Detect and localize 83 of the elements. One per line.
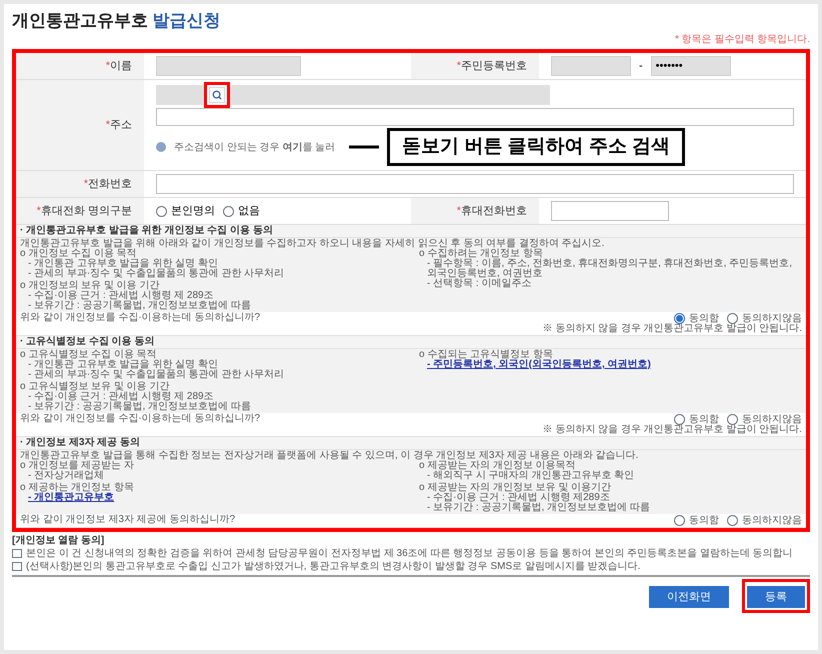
group-heading: o 고유식별정보 보유 및 이용 기간: [20, 382, 170, 392]
input-field[interactable]: [156, 174, 794, 194]
intro-text: 개인통관고유부호 발급을 통해 수집한 정보는 전자상거래 플랫폼에 사용될 수 있으며, 이 경우 개인정보 제3자 제공 내용은 아래와 같습니다.: [20, 451, 640, 461]
group-item: - 보유기간 : 공공기록물법, 개인정보보호법에 따름: [28, 301, 252, 311]
field-label: 휴대전화번호: [461, 204, 527, 219]
group-heading: o 개인정보 수집 이용 목적: [20, 249, 137, 259]
group-item: - 수집·이용 근거 : 관세법 시행령 제 289조: [28, 392, 214, 402]
radio-button[interactable]: [727, 515, 738, 526]
group-heading: o 개인정보의 보유 및 이용 기간: [20, 281, 160, 291]
field-label: 주소: [110, 118, 132, 133]
info-icon: [156, 142, 166, 152]
group-heading: o 수집하려는 개인정보 항목: [419, 249, 543, 259]
dash-separator: -: [639, 58, 643, 74]
checkbox[interactable]: [12, 549, 22, 558]
radio-label: 동의함: [689, 314, 719, 324]
group-item: - 보유기간 : 공공기록물법, 개인정보보호법에 따름: [427, 503, 651, 513]
input-field[interactable]: [156, 108, 794, 126]
radio-label: 없음: [238, 204, 260, 219]
radio-button[interactable]: [156, 206, 167, 216]
required-mark: *: [456, 204, 461, 219]
radio-button[interactable]: [674, 313, 685, 324]
field-label: 휴대전화 명의구분: [40, 204, 132, 219]
info-link[interactable]: - 개인통관고유부호: [28, 493, 403, 503]
required-mark: *: [36, 204, 41, 219]
group-heading: o 수집되는 고유식별정보 항목: [419, 350, 553, 360]
section-title: · 개인정보 제3자 제공 동의: [16, 437, 806, 450]
input-field[interactable]: [551, 201, 669, 221]
group-item: - 수집·이용 근거 : 관세법 시행령 제 289조: [28, 291, 214, 301]
group-item: - 선택항목 : 이메일주소: [427, 279, 532, 289]
radio-label: 동의하지않음: [742, 414, 802, 424]
checkbox[interactable]: [12, 562, 22, 571]
group-item: - 관세의 부과·징수 및 수출입물품의 통관에 관한 사무처리: [28, 370, 286, 380]
radio-label: 동의하지않음: [742, 516, 802, 526]
input-field[interactable]: [230, 85, 550, 105]
section-title: [개인정보 열람 동의]: [12, 534, 106, 547]
group-item: - 개인통관 고유부호 발급을 위한 실명 확인: [28, 259, 219, 269]
radio-label: 본인명의: [171, 204, 215, 219]
group-heading: o 개인정보를 제공받는 자: [20, 461, 135, 471]
group-item: - 필수항목 : 이름, 주소, 전화번호, 휴대전화명의구분, 휴대전화번호, 주민등록번호, 외국인등록번호, 여권번호: [427, 259, 794, 279]
required-mark: *: [106, 58, 110, 74]
consent-note: ※ 동의하지 않을 경우 개인통관고유부호 발급이 안됩니다.: [542, 324, 802, 334]
radio-button[interactable]: [674, 414, 685, 425]
checkbox-label: (선택사항)본인의 통관고유부호로 수출입 신고가 발생하였거나, 통관고유부호의 변경사항이 발생할 경우 SMS로 알림메시지를 받겠습니다.: [26, 561, 640, 572]
radio-label: 동의함: [689, 516, 719, 526]
required-mark: *: [106, 118, 110, 133]
radio-button[interactable]: [727, 313, 738, 324]
radio-label: 동의하지않음: [742, 314, 802, 324]
group-item: - 전자상거래업체: [28, 471, 106, 481]
required-note: * 항목은 필수입력 항목입니다.: [674, 33, 810, 47]
consent-note: ※ 동의하지 않을 경우 개인통관고유부호 발급이 안됩니다.: [542, 425, 802, 435]
info-link[interactable]: - 주민등록번호, 외국인(외국인등록번호, 여권번호): [427, 360, 802, 370]
group-heading: o 고유식별정보 수집 이용 목적: [20, 350, 157, 360]
group-item: - 관세의 부과·징수 및 수출입물품의 통관에 관한 사무처리: [28, 269, 286, 279]
group-item: - 개인통관 고유부호 발급을 위한 실명 확인: [28, 360, 219, 370]
form-button[interactable]: 이전화면: [649, 586, 729, 608]
required-mark: *: [456, 58, 461, 74]
search-icon: [212, 90, 222, 100]
radio-button[interactable]: [727, 414, 738, 425]
search-button[interactable]: [209, 87, 225, 103]
form-button[interactable]: 등록: [747, 586, 805, 608]
group-heading: o 제공받는 자의 개인정보 보유 및 이용기간: [419, 483, 612, 493]
consent-question: 위와 같이 개인정보를 수집·이용하는데 동의하십니까?: [20, 313, 260, 323]
section-title: · 고유식별정보 수집 이용 동의: [16, 336, 806, 349]
field-label: 이름: [110, 58, 132, 74]
group-item: - 보유기간 : 공공기록물법, 개인정보보호법에 따름: [28, 402, 252, 412]
group-item: - 수집·이용 근거 : 관세법 시행령 제289조: [427, 493, 610, 503]
hint-text: 주소검색이 안되는 경우 여기를 눌러: [174, 140, 336, 154]
field-label: 전화번호: [88, 176, 132, 192]
field-label: 주민등록번호: [461, 58, 527, 74]
consent-question: 위와 같이 개인정보를 수집·이용하는데 동의하십니까?: [20, 414, 260, 424]
consent-question: 위와 같이 개인정보 제3자 제공에 동의하십니까?: [20, 515, 236, 525]
radio-button[interactable]: [223, 206, 234, 216]
required-mark: *: [84, 176, 88, 192]
radio-button[interactable]: [674, 515, 685, 526]
group-item: - 해외직구 시 구매자의 개인통관고유부호 확인: [427, 471, 636, 481]
page-title: 개인통관고유부호 발급신청: [12, 11, 221, 30]
intro-text: 개인통관고유부호 발급을 위해 아래와 같이 개인정보를 수집하고자 하오니 내용을 자세히 읽으신 후 동의 여부를 결정하여 주십시오.: [20, 239, 606, 249]
group-heading: o 제공하는 개인정보 항목: [20, 483, 135, 493]
radio-label: 동의함: [689, 414, 719, 424]
checkbox-label: 본인은 이 건 신청내역의 정확한 검증을 위하여 관세청 담당공무원이 전자정부법 제 36조에 따른 행정정보 공동이용 등을 통하여 본인의 주민등록초본을 열람하는데 동의합니: [26, 548, 793, 559]
callout-box: 돋보기 버튼 클릭하여 주소 검색: [387, 128, 686, 166]
group-heading: o 제공받는 자의 개인정보 이용목적: [419, 461, 576, 471]
section-title: · 개인통관고유부호 발급을 위한 개인정보 수집 이용 동의: [16, 225, 806, 238]
